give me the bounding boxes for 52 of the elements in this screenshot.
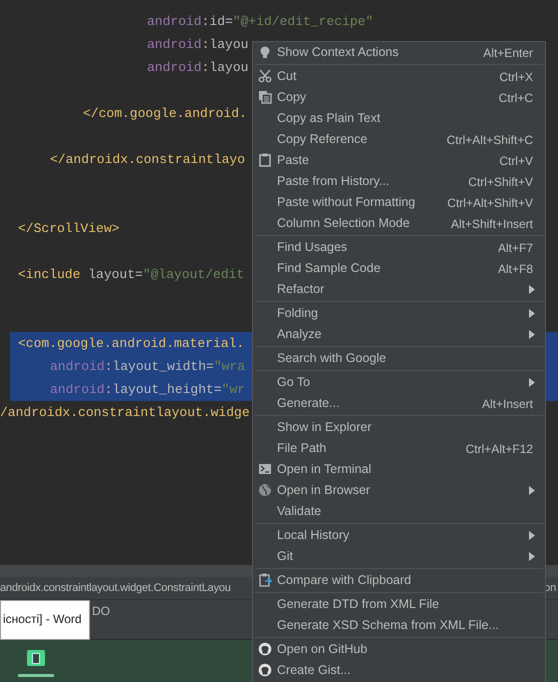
terminal-icon: [258, 462, 272, 476]
menu-item[interactable]: Generate... Alt+Insert: [253, 393, 545, 414]
menu-item[interactable]: Copy Reference Ctrl+Alt+Shift+C: [253, 129, 545, 150]
tool-window-tab[interactable]: DO: [92, 602, 110, 620]
menu-item[interactable]: Paste without Formatting Ctrl+Alt+Shift+V: [253, 192, 545, 213]
code-line: /androidx.constraintlayout.widge: [0, 404, 250, 422]
clipboard-icon: [258, 153, 272, 167]
breadcrumb-text[interactable]: androidx.constraintlayout.widget.ConstraintLayou: [0, 580, 231, 596]
code-line: android:layou: [147, 58, 248, 77]
menu-item[interactable]: Folding: [253, 303, 545, 324]
menu-item[interactable]: Paste from History... Ctrl+Shift+V: [253, 171, 545, 192]
menu-item[interactable]: Search with Google: [253, 348, 545, 369]
menu-item[interactable]: Go To: [253, 372, 545, 393]
menu-item[interactable]: Column Selection Mode Alt+Shift+Insert: [253, 213, 545, 234]
code-line: <include layout="@layout/edit: [18, 266, 244, 284]
github-icon: [258, 663, 272, 677]
menu-item[interactable]: Copy as Plain Text: [253, 108, 545, 129]
menu-item[interactable]: Git: [253, 546, 545, 567]
menu-item[interactable]: Generate DTD from XML File: [253, 594, 545, 615]
code-line: </androidx.constraintlayo: [50, 150, 246, 169]
bulb-icon: [258, 45, 272, 59]
code-line: <com.google.android.material.: [18, 334, 244, 353]
menu-item[interactable]: Find Usages Alt+F7: [253, 237, 545, 258]
menu-item[interactable]: Analyze: [253, 324, 545, 345]
menu-item[interactable]: Show in Explorer: [253, 417, 545, 438]
globe-icon: [258, 483, 272, 497]
tooltip-text: існості] - Word: [3, 612, 82, 626]
menu-item[interactable]: Find Sample Code Alt+F8: [253, 258, 545, 279]
code-line: android:layou: [147, 36, 248, 54]
menu-item[interactable]: Copy Ctrl+C: [253, 87, 545, 108]
menu-item[interactable]: Open on GitHub: [253, 639, 545, 660]
menu-item[interactable]: Open in Terminal: [253, 459, 545, 480]
github-icon: [258, 642, 272, 656]
code-line: android:layout_width="wra: [50, 358, 246, 376]
menu-item[interactable]: Show Context Actions Alt+Enter: [253, 42, 545, 63]
menu-item[interactable]: Local History: [253, 525, 545, 546]
code-line: android:layout_height="wr: [50, 380, 246, 399]
menu-item[interactable]: Cut Ctrl+X: [253, 66, 545, 87]
scissors-icon: [258, 69, 272, 83]
menu-item[interactable]: Validate: [253, 501, 545, 522]
menu-item[interactable]: Refactor: [253, 279, 545, 300]
code-line: </com.google.android.: [83, 104, 247, 123]
menu-item[interactable]: File Path Ctrl+Alt+F12: [253, 438, 545, 459]
menu-item[interactable]: Compare with Clipboard: [253, 570, 545, 591]
menu-item[interactable]: Create Gist...: [253, 660, 545, 681]
menu-item[interactable]: Open in Browser: [253, 480, 545, 501]
code-line: </ScrollView>: [18, 220, 120, 238]
menu-item[interactable]: Paste Ctrl+V: [253, 150, 545, 171]
code-line: android:id="@+id/edit_recipe": [147, 12, 374, 31]
copy-icon: [258, 90, 272, 104]
compare-icon: [258, 573, 272, 587]
menu-item[interactable]: Generate XSD Schema from XML File...: [253, 615, 545, 636]
